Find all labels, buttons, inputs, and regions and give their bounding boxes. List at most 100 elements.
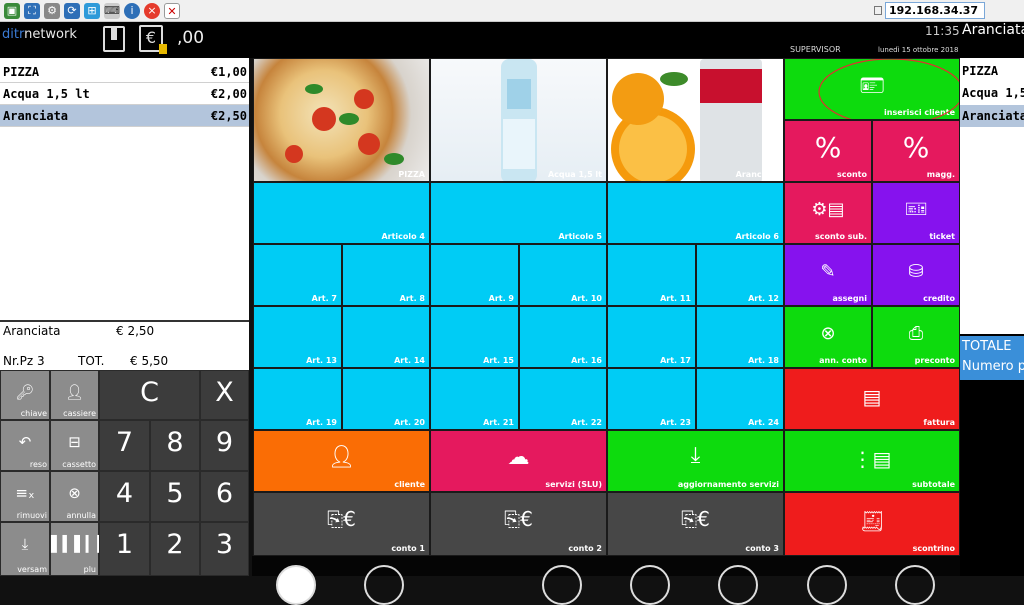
article-tile[interactable]: Art. 22 bbox=[519, 368, 607, 430]
page-indicator[interactable] bbox=[630, 565, 670, 605]
close-icon[interactable]: × bbox=[144, 3, 160, 19]
cashier-button[interactable]: 👤︎ cassiere bbox=[50, 370, 99, 420]
tile-label: Art. 9 bbox=[488, 294, 514, 303]
ip-address-field[interactable]: 192.168.34.37 bbox=[885, 2, 985, 19]
plu-button[interactable]: ▌▍▌▎▌ plu bbox=[50, 522, 109, 576]
key-label: reso bbox=[29, 460, 47, 469]
euro-cash-icon[interactable]: € bbox=[139, 25, 167, 54]
cancel-button[interactable]: X bbox=[200, 370, 249, 420]
gear-icon[interactable]: ⚙ bbox=[44, 3, 60, 19]
article-tile[interactable]: Articolo 5 bbox=[430, 182, 607, 244]
digit-7-button[interactable]: 7 bbox=[99, 420, 150, 471]
digit-2-button[interactable]: 2 bbox=[150, 522, 200, 576]
info-icon[interactable]: i bbox=[124, 3, 140, 19]
article-tile[interactable]: Articolo 4 bbox=[253, 182, 430, 244]
page-indicator[interactable] bbox=[807, 565, 847, 605]
article-tile[interactable]: Art. 17 bbox=[607, 306, 696, 368]
article-tile[interactable]: Art. 14 bbox=[342, 306, 430, 368]
article-tile[interactable]: Art. 9 bbox=[430, 244, 519, 306]
ticket-button[interactable]: 🎫︎ ticket bbox=[872, 182, 960, 244]
article-tile[interactable]: Art. 15 bbox=[430, 306, 519, 368]
article-tile[interactable]: Articolo 6 bbox=[607, 182, 784, 244]
page-indicator-active[interactable] bbox=[276, 565, 316, 605]
subtotal-discount-button[interactable]: ⚙▤ sconto sub. bbox=[784, 182, 872, 244]
article-tile[interactable]: Art. 7 bbox=[253, 244, 342, 306]
app-header: ditrnetwork € ,00 11:35 Aranciata SUPERV… bbox=[0, 22, 1024, 58]
article-tile[interactable]: Art. 8 bbox=[342, 244, 430, 306]
remove-button[interactable]: ≡ₓ rimuovi bbox=[0, 471, 50, 522]
pre-bill-button[interactable]: ⎙ preconto bbox=[872, 306, 960, 368]
invoice-icon: ▤ bbox=[862, 385, 882, 409]
article-tile[interactable]: Art. 19 bbox=[253, 368, 342, 430]
digit-3-button[interactable]: 3 bbox=[200, 522, 249, 576]
bill-3-button[interactable]: ⎘€ conto 3 bbox=[607, 492, 784, 556]
keyboard-icon[interactable]: ⌨ bbox=[104, 3, 120, 19]
display-item: Acqua 1,5 bbox=[962, 86, 1024, 100]
add-customer-button[interactable]: 🪪︎ inserisci cliente bbox=[784, 58, 960, 120]
receipt-button[interactable]: 🧾︎ scontrino bbox=[784, 492, 960, 556]
tile-label: assegni bbox=[832, 294, 867, 303]
fit-screen-icon[interactable]: ▣ bbox=[4, 3, 20, 19]
digit-5-button[interactable]: 5 bbox=[150, 471, 200, 522]
page-indicator[interactable] bbox=[542, 565, 582, 605]
tile-label: conto 1 bbox=[391, 544, 425, 553]
article-tile[interactable]: Art. 21 bbox=[430, 368, 519, 430]
article-tile[interactable]: Art. 24 bbox=[696, 368, 784, 430]
article-tile[interactable]: Art. 20 bbox=[342, 368, 430, 430]
tile-label: Art. 21 bbox=[483, 418, 514, 427]
tile-label: preconto bbox=[914, 356, 955, 365]
product-tile-water[interactable]: Acqua 1,5 lt bbox=[430, 58, 607, 182]
invoice-button[interactable]: ▤ fattura bbox=[784, 368, 960, 430]
article-tile[interactable]: Art. 23 bbox=[607, 368, 696, 430]
tile-label: ann. conto bbox=[819, 356, 867, 365]
credit-button[interactable]: ⛁ credito bbox=[872, 244, 960, 306]
cash-drawer-button[interactable]: ⊟ cassetto bbox=[50, 420, 99, 471]
digit-label: 9 bbox=[215, 427, 234, 458]
product-tile-pizza[interactable]: PIZZA bbox=[253, 58, 430, 182]
tile-label: conto 3 bbox=[745, 544, 779, 553]
notebook-icon[interactable] bbox=[103, 26, 125, 52]
deposit-button[interactable]: ⤓ versam bbox=[0, 522, 50, 576]
discount-button[interactable]: % sconto bbox=[784, 120, 872, 182]
key-button[interactable]: 🔑︎ chiave bbox=[0, 370, 50, 420]
update-services-button[interactable]: ⤓ aggiornamento servizi bbox=[607, 430, 784, 492]
customer-button[interactable]: 👤︎ cliente bbox=[253, 430, 430, 492]
page-indicator[interactable] bbox=[364, 565, 404, 605]
checks-button[interactable]: ✎ assegni bbox=[784, 244, 872, 306]
pizza-image bbox=[285, 84, 404, 165]
bill-1-button[interactable]: ⎘€ conto 1 bbox=[253, 492, 430, 556]
disconnect-icon[interactable]: ✕ bbox=[164, 3, 180, 19]
tile-label: Articolo 5 bbox=[558, 232, 602, 241]
surcharge-button[interactable]: % magg. bbox=[872, 120, 960, 182]
selected-item-price: € 2,50 bbox=[116, 324, 155, 338]
digit-6-button[interactable]: 6 bbox=[200, 471, 249, 522]
digit-1-button[interactable]: 1 bbox=[99, 522, 150, 576]
digit-9-button[interactable]: 9 bbox=[200, 420, 249, 471]
article-tile[interactable]: Art. 16 bbox=[519, 306, 607, 368]
cancel-bill-button[interactable]: ⊗ ann. conto bbox=[784, 306, 872, 368]
tile-label: conto 2 bbox=[568, 544, 602, 553]
fullscreen-icon[interactable]: ⛶ bbox=[24, 3, 40, 19]
receipt-row-selected[interactable]: Aranciata €2,50 bbox=[0, 105, 249, 127]
windows-icon[interactable]: ⊞ bbox=[84, 3, 100, 19]
product-tile-orange-soda[interactable]: Aranciata bbox=[607, 58, 784, 182]
receipt-row[interactable]: Acqua 1,5 lt €2,00 bbox=[0, 83, 249, 105]
article-tile[interactable]: Art. 12 bbox=[696, 244, 784, 306]
page-indicator[interactable] bbox=[895, 565, 935, 605]
digit-8-button[interactable]: 8 bbox=[150, 420, 200, 471]
services-button[interactable]: ☁ servizi (SLU) bbox=[430, 430, 607, 492]
article-tile[interactable]: Art. 13 bbox=[253, 306, 342, 368]
subtotal-button[interactable]: ⋮▤ subtotale bbox=[784, 430, 960, 492]
operator-label: SUPERVISOR bbox=[790, 45, 841, 54]
page-indicator[interactable] bbox=[718, 565, 758, 605]
clear-button[interactable]: C bbox=[99, 370, 200, 420]
receipt-row[interactable]: PIZZA €1,00 bbox=[0, 61, 249, 83]
digit-4-button[interactable]: 4 bbox=[99, 471, 150, 522]
cancel-receipt-button[interactable]: ⊗ annulla bbox=[50, 471, 99, 522]
bill-2-button[interactable]: ⎘€ conto 2 bbox=[430, 492, 607, 556]
article-tile[interactable]: Art. 11 bbox=[607, 244, 696, 306]
article-tile[interactable]: Art. 10 bbox=[519, 244, 607, 306]
refresh-icon[interactable]: ⟳ bbox=[64, 3, 80, 19]
return-button[interactable]: ↶ reso bbox=[0, 420, 50, 471]
article-tile[interactable]: Art. 18 bbox=[696, 306, 784, 368]
